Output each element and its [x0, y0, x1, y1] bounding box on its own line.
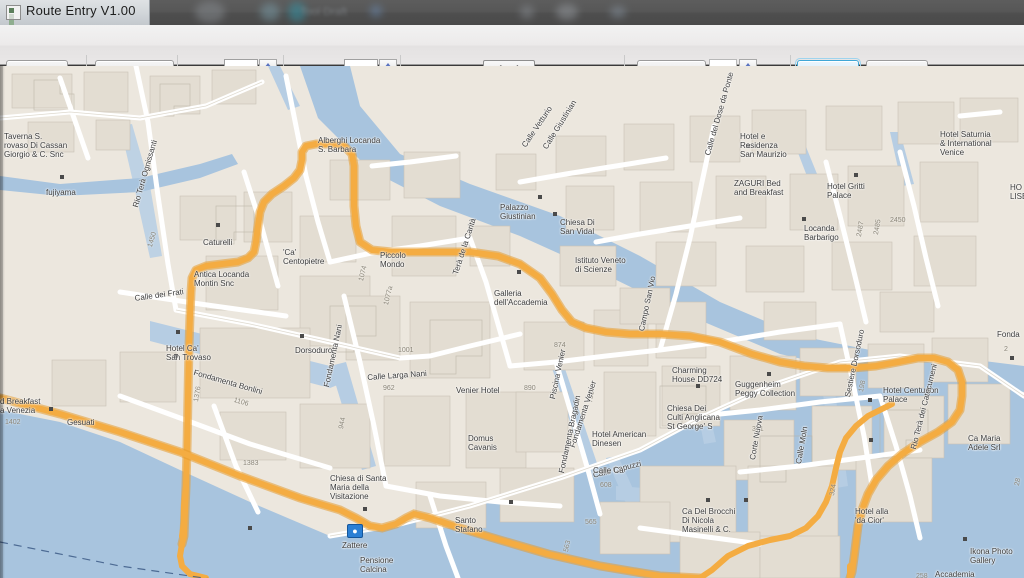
map-canvas[interactable]: ● Taverna S. rovaso Di Cassan Giorgio & … [0, 66, 1024, 578]
poi-marker [363, 507, 367, 511]
poi-marker [854, 173, 858, 177]
poi-marker [248, 526, 252, 530]
poi-marker [869, 438, 873, 442]
window-title: Route Entry V1.00 [26, 3, 136, 18]
poi-marker [744, 498, 748, 502]
background-blur-blob [195, 1, 225, 23]
window-edge-shadow [0, 66, 5, 578]
poi-marker [696, 384, 700, 388]
app-window-icon [6, 5, 21, 25]
background-blur-blob [610, 6, 626, 18]
background-blur-blob [370, 5, 382, 17]
poi-marker [746, 144, 750, 148]
poi-marker [216, 223, 220, 227]
poi-marker [553, 212, 557, 216]
poi-marker [174, 354, 178, 358]
background-blur-blob [260, 3, 280, 21]
poi-marker [509, 500, 513, 504]
poi-marker [802, 217, 806, 221]
ghost-window-title: Tool Draft [300, 6, 348, 18]
poi-marker [767, 372, 771, 376]
poi-marker [60, 175, 64, 179]
poi-marker [706, 498, 710, 502]
ferry-icon: ● [347, 524, 363, 538]
poi-marker [176, 330, 180, 334]
poi-marker [49, 407, 53, 411]
background-blur-blob [556, 4, 578, 20]
poi-marker [868, 398, 872, 402]
background-blur-blob [520, 5, 534, 19]
application-window: Tool Draft Route Entry V1.00 Edit RouteC… [0, 0, 1024, 578]
poi-marker [517, 270, 521, 274]
title-bar: Tool Draft Route Entry V1.00 [0, 0, 1024, 25]
poi-marker [538, 195, 542, 199]
toolbar: Edit RouteColor Width 7 Smooth 25 Scale … [0, 25, 1024, 91]
poi-marker [963, 537, 967, 541]
poi-marker [300, 334, 304, 338]
poi-marker [1010, 356, 1014, 360]
